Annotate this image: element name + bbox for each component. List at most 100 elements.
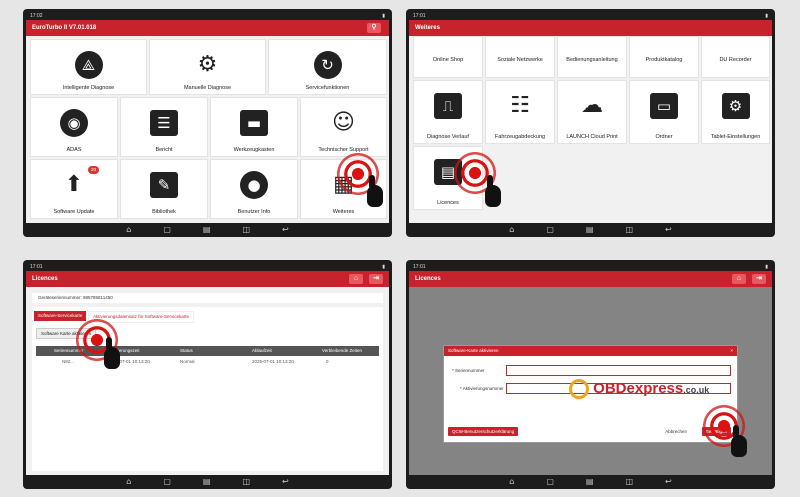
tile-toolbox[interactable]: ▬ Werkzeugkasten (210, 97, 298, 157)
tile-service-functions[interactable]: ↻ Servicefunktionen (268, 39, 387, 95)
vci-icon[interactable]: ◫ (625, 223, 633, 237)
screen: 17:01 ▮ Weiteres Online Shop Soziale Netz… (409, 12, 772, 223)
library-edit-icon: ✎ (150, 172, 178, 198)
return-icon[interactable]: ↩ (282, 223, 289, 237)
title-bar: Weiteres (409, 20, 772, 36)
tile-label: DU Recorder (719, 57, 752, 63)
gallery-icon[interactable]: ▤ (586, 475, 594, 489)
tile-du-recorder[interactable]: DU Recorder (701, 36, 770, 78)
title-bar: Licences ⌂ ⇥ (26, 271, 389, 287)
tile-library[interactable]: ✎ Bibliothek (120, 159, 208, 219)
status-bar: 17:01 ▮ (409, 263, 772, 271)
cancel-button[interactable]: Abbrechen (661, 427, 691, 436)
tile-tech-support[interactable]: ☺ Technischer Support (300, 97, 387, 157)
vci-icon[interactable]: ◫ (242, 223, 250, 237)
vci-icon[interactable]: ◫ (625, 475, 633, 489)
tile-label: Bibliothek (152, 209, 176, 215)
settings-gear-icon: ⚙ (721, 93, 750, 119)
upload-arrow-icon: ⬆ (64, 172, 84, 197)
tile-folder[interactable]: ▭ Ordner (629, 80, 699, 144)
field-activation-label: * Aktivierungsnummer (460, 386, 504, 391)
tile-online-shop[interactable]: Online Shop (413, 36, 483, 78)
app-title: EuroTurbo II V7.01.018 (32, 25, 97, 31)
pointing-hand-icon (367, 175, 383, 207)
gallery-icon[interactable]: ▤ (203, 475, 211, 489)
tile-vehicle-coverage[interactable]: ☷ Fahrzeugabdeckung (485, 80, 555, 144)
tile-label: Bedienungsanleitung (566, 57, 618, 63)
back-square-icon[interactable]: ▢ (163, 475, 171, 489)
tab-service-card[interactable]: Software-Servicekarte (34, 311, 87, 321)
tile-label: Tablet-Einstellungen (710, 134, 761, 140)
tile-manual-diagnosis[interactable]: ⚙ Manuelle Diagnose (149, 39, 266, 95)
gallery-icon[interactable]: ▤ (586, 223, 594, 237)
diagnose-icon: ⟁ (74, 51, 103, 79)
support-agent-icon: ☺ (332, 110, 355, 135)
tile-user-info[interactable]: ● Benutzer Info (210, 159, 298, 219)
watermark-logo-icon (569, 379, 589, 399)
tile-social-networks[interactable]: Soziale Netzwerke (485, 36, 555, 78)
page-title: Licences (32, 276, 58, 282)
screen: 17:01 ▮ Licences ⌂ ⇥ Software-Karte aktiv… (409, 263, 772, 475)
dialog-header: Software-Karte aktivieren × (444, 346, 737, 356)
qr-button[interactable]: QCW-Benutzerschutzerklärung (448, 427, 519, 436)
tile-software-update[interactable]: ⬆ 20 Software Update (30, 159, 118, 219)
return-icon[interactable]: ↩ (665, 223, 672, 237)
android-nav-bar: ⌂ ▢ ▤ ◫ ↩ (23, 475, 392, 489)
android-nav-bar: ⌂ ▢ ▤ ◫ ↩ (406, 223, 775, 237)
device-serial: Geräteseriennummer: 985785811450 (38, 295, 113, 300)
tile-label: Werkzeugkasten (233, 147, 275, 153)
tile-label: Soziale Netzwerke (497, 57, 543, 63)
tile-cloud-print[interactable]: ☁ LAUNCH Cloud Print (557, 80, 627, 144)
home-icon[interactable]: ⌂ (509, 223, 514, 237)
android-nav-bar: ⌂ ▢ ▤ ◫ ↩ (23, 223, 392, 237)
tile-label: Online Shop (432, 57, 464, 63)
tile-label: ADAS (66, 147, 82, 153)
back-square-icon[interactable]: ▢ (546, 223, 554, 237)
folder-icon: ▭ (650, 93, 678, 119)
screen: 17:01 ▮ Licences ⌂ ⇥ Geräteseriennummer: … (26, 263, 389, 475)
gallery-icon[interactable]: ▤ (203, 223, 211, 237)
status-time: 17:01 (413, 13, 426, 19)
exit-icon[interactable]: ⇥ (752, 274, 766, 284)
home-icon[interactable]: ⌂ (126, 223, 131, 237)
exit-icon[interactable]: ⇥ (369, 274, 383, 284)
update-count-badge: 20 (88, 166, 99, 174)
tile-diagnosis-history[interactable]: ⎍ Diagnose Verlauf (413, 80, 483, 144)
tile-adas[interactable]: ◉ ADAS (30, 97, 118, 157)
tile-label: Weiteres (332, 209, 355, 215)
home-icon[interactable]: ⌂ (126, 475, 131, 489)
home-icon[interactable]: ⌂ (509, 475, 514, 489)
cell-serial: N82... (62, 359, 75, 364)
back-square-icon[interactable]: ▢ (546, 475, 554, 489)
user-icon-button[interactable]: ⚲ (367, 23, 381, 33)
panel-main-menu: 17:02 ▮ EuroTurbo II V7.01.018 ⚲ ⟁ Intelli… (23, 9, 392, 237)
tile-report[interactable]: ☰ Bericht (120, 97, 208, 157)
return-icon[interactable]: ↩ (282, 475, 289, 489)
cloud-print-icon: ☁ (581, 93, 603, 118)
col-expiry: Ablaufzeit (252, 348, 272, 353)
tile-label: Manuelle Diagnose (183, 85, 232, 91)
status-time: 17:02 (30, 13, 43, 19)
tile-product-catalog[interactable]: Produktkatalog (629, 36, 699, 78)
tile-tablet-settings[interactable]: ⚙ Tablet-Einstellungen (701, 80, 770, 144)
tile-label: Benutzer Info (237, 209, 271, 215)
return-icon[interactable]: ↩ (665, 475, 672, 489)
back-square-icon[interactable]: ▢ (163, 223, 171, 237)
tile-label: Produktkatalog (645, 57, 683, 63)
close-icon[interactable]: × (730, 346, 733, 356)
coverage-list-icon: ☷ (510, 93, 530, 118)
tile-intelligent-diagnosis[interactable]: ⟁ Intelligente Diagnose (30, 39, 147, 95)
vci-icon[interactable]: ◫ (242, 475, 250, 489)
pointing-hand-icon (485, 175, 501, 207)
home-icon[interactable]: ⌂ (732, 274, 746, 284)
status-time: 17:01 (413, 264, 426, 270)
battery-icon: ▮ (765, 264, 768, 270)
battery-icon: ▮ (382, 264, 385, 270)
serial-bar: Geräteseriennummer: 985785811450 (32, 293, 383, 303)
tile-user-manual[interactable]: Bedienungsanleitung (557, 36, 627, 78)
tile-label: Licences (437, 200, 459, 206)
tile-label: Servicefunktionen (305, 85, 350, 91)
home-icon[interactable]: ⌂ (349, 274, 363, 284)
service-wrench-icon: ↻ (313, 51, 342, 79)
serial-input[interactable] (506, 365, 731, 376)
